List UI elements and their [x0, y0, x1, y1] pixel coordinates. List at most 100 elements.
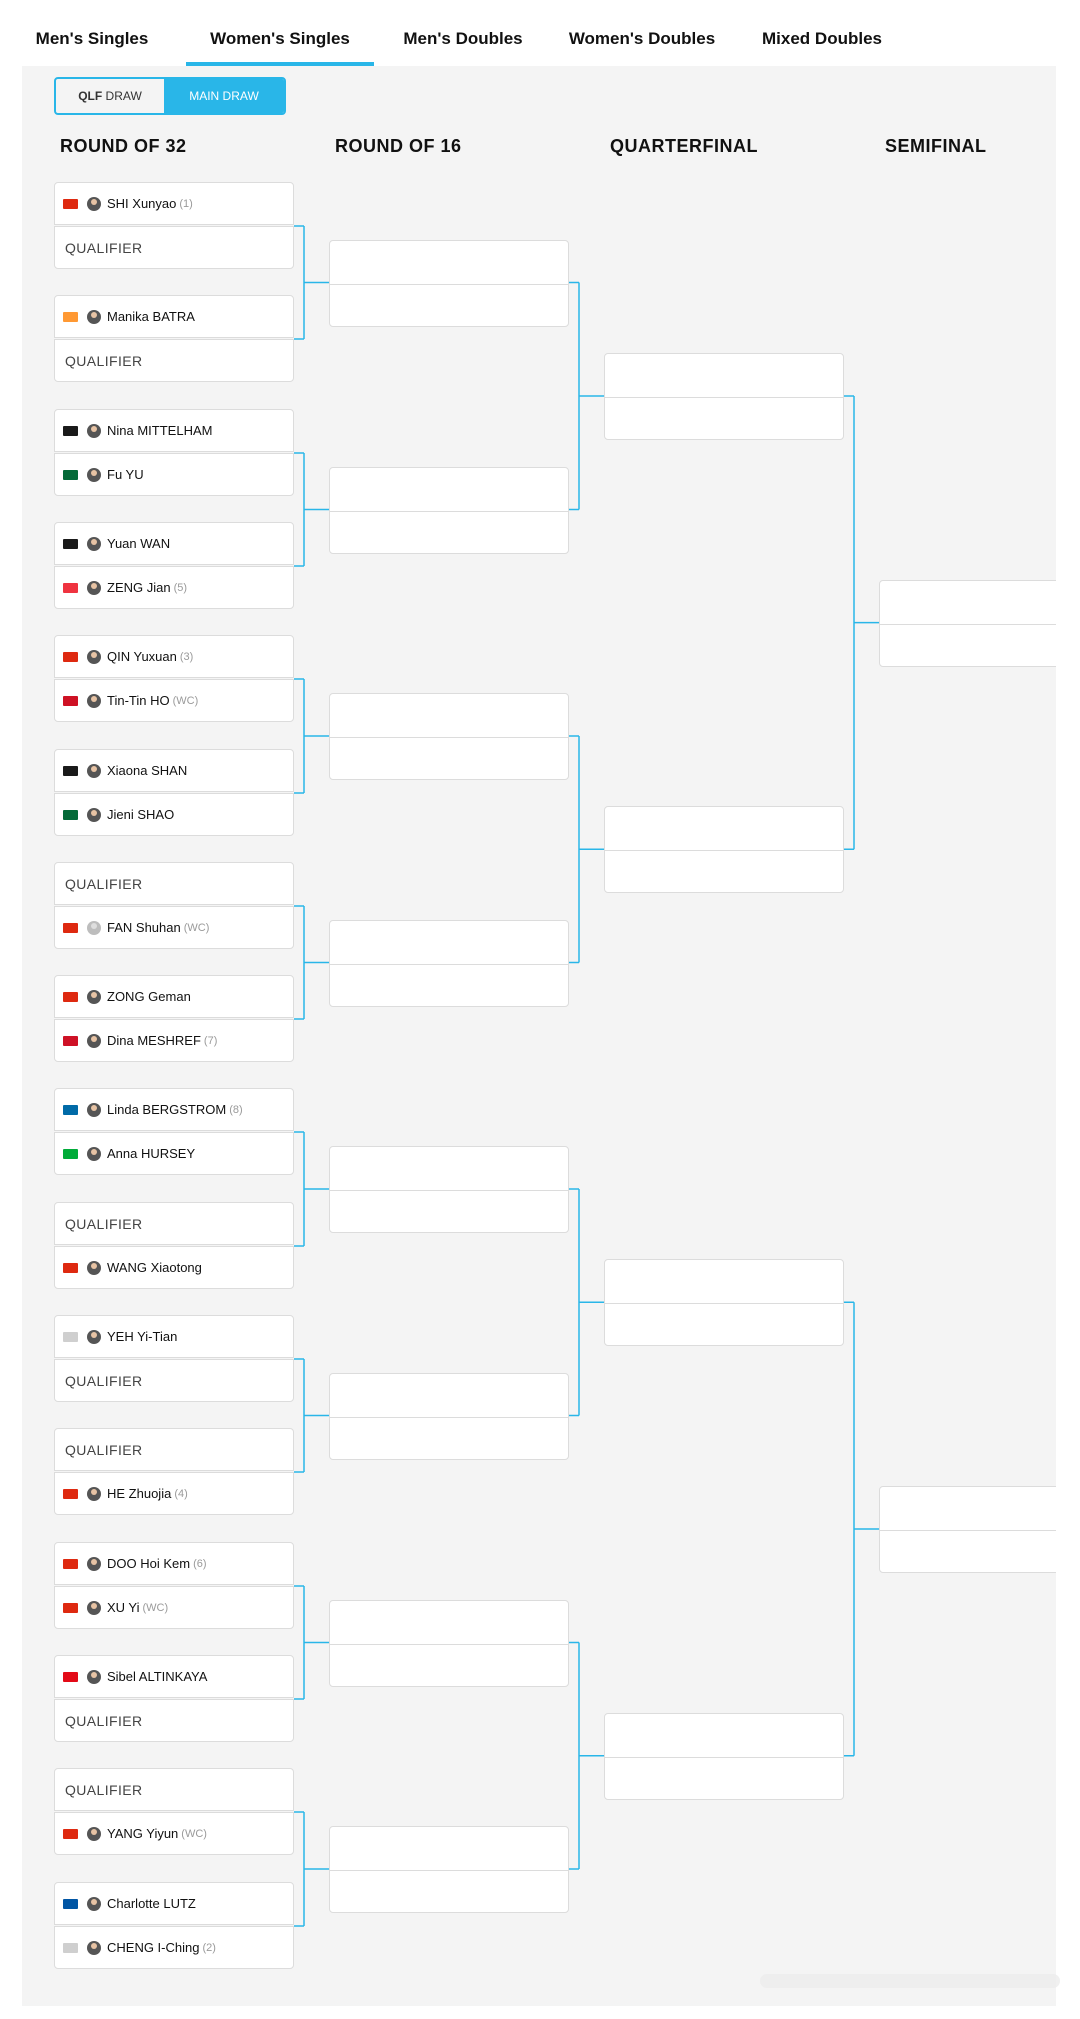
player-slot[interactable]: XU Yi (WC)	[54, 1586, 294, 1629]
r16-match-box	[329, 466, 569, 554]
player-slot[interactable]: Anna HURSEY	[54, 1132, 294, 1175]
player-slot[interactable]: ZONG Geman	[54, 975, 294, 1018]
player-slot[interactable]: HE Zhuojia (4)	[54, 1472, 294, 1515]
player-slot[interactable]: Nina MITTELHAM	[54, 409, 294, 452]
player-seed: (8)	[229, 1103, 243, 1116]
tab-womens-singles[interactable]: Women's Singles	[186, 0, 374, 66]
player-avatar-icon	[87, 196, 101, 211]
country-flag-icon	[63, 582, 78, 593]
player-slot[interactable]: CHENG I-Ching (2)	[54, 1926, 294, 1969]
qualifier-label: QUALIFIER	[65, 875, 143, 892]
draw-canvas: QLF DRAW MAIN DRAW ROUND OF 32 ROUND OF …	[22, 66, 1056, 2006]
country-flag-icon	[63, 469, 78, 480]
country-flag-icon	[63, 1331, 78, 1342]
country-flag-icon	[63, 695, 78, 706]
event-tabs: Men's Singles Women's Singles Men's Doub…	[22, 0, 1056, 67]
player-slot[interactable]: QUALIFIER	[54, 1359, 294, 1402]
player-avatar-icon	[87, 807, 101, 822]
player-slot[interactable]: FAN Shuhan (WC)	[54, 906, 294, 949]
match-divider	[880, 1530, 1056, 1531]
tab-mixed-doubles[interactable]: Mixed Doubles	[742, 0, 902, 64]
player-slot[interactable]: Jieni SHAO	[54, 793, 294, 836]
player-avatar-icon	[87, 693, 101, 708]
r16-match-box	[329, 1146, 569, 1233]
player-seed: (5)	[173, 581, 188, 594]
player-slot[interactable]: Dina MESHREF (7)	[54, 1019, 294, 1062]
tab-mens-singles[interactable]: Men's Singles	[22, 0, 162, 64]
player-slot[interactable]: YANG Yiyun (WC)	[54, 1812, 294, 1855]
player-seed: (4)	[174, 1487, 188, 1500]
player-avatar-icon	[87, 467, 101, 482]
player-slot[interactable]: Tin-Tin HO (WC)	[54, 679, 294, 722]
player-slot[interactable]: DOO Hoi Kem (6)	[54, 1542, 294, 1585]
match-divider	[330, 283, 568, 285]
player-name: Tin-Tin HO	[107, 693, 170, 708]
country-flag-icon	[63, 922, 78, 933]
country-flag-icon	[63, 1104, 78, 1115]
player-avatar-icon	[87, 1669, 101, 1684]
player-slot[interactable]: YEH Yi-Tian	[54, 1315, 294, 1358]
player-name: HE Zhuojia	[107, 1486, 172, 1501]
player-slot[interactable]: ZENG Jian (5)	[54, 566, 294, 609]
player-avatar-icon	[87, 1033, 101, 1048]
player-avatar-icon	[87, 1146, 101, 1161]
player-slot[interactable]: QUALIFIER	[54, 1768, 294, 1811]
sf-match-box	[879, 1486, 1056, 1573]
player-name: YEH Yi-Tian	[107, 1329, 178, 1344]
player-slot[interactable]: QUALIFIER	[54, 1699, 294, 1742]
qf-match-box	[604, 1712, 844, 1800]
qualifier-label: QUALIFIER	[65, 1441, 143, 1458]
player-name: Linda BERGSTROM	[107, 1102, 227, 1117]
player-name: Manika BATRA	[107, 309, 195, 324]
country-flag-icon	[63, 1035, 78, 1046]
player-name: Dina MESHREF	[107, 1033, 201, 1048]
player-avatar-icon	[87, 1940, 101, 1955]
player-slot[interactable]: Fu YU	[54, 453, 294, 496]
player-avatar-icon	[87, 1102, 101, 1117]
player-name: Jieni SHAO	[107, 807, 175, 822]
player-slot[interactable]: QUALIFIER	[54, 339, 294, 382]
player-avatar-icon	[87, 1556, 101, 1571]
player-name: CHENG I-Ching	[107, 1940, 200, 1955]
player-slot[interactable]: Sibel ALTINKAYA	[54, 1655, 294, 1698]
player-slot[interactable]: Manika BATRA	[54, 295, 294, 338]
r16-match-box	[329, 239, 569, 327]
player-avatar-icon	[87, 580, 101, 595]
player-avatar-icon	[87, 423, 101, 438]
player-name: FAN Shuhan	[107, 920, 181, 935]
country-flag-icon	[63, 651, 78, 662]
country-flag-icon	[63, 1828, 78, 1839]
match-divider	[330, 1190, 568, 1191]
tab-womens-doubles[interactable]: Women's Doubles	[558, 0, 726, 64]
player-slot[interactable]: QUALIFIER	[54, 1202, 294, 1245]
player-slot[interactable]: QIN Yuxuan (3)	[54, 635, 294, 678]
player-slot[interactable]: SHI Xunyao (1)	[54, 182, 294, 225]
player-name: Fu YU	[107, 467, 144, 482]
country-flag-icon	[63, 198, 78, 209]
player-slot[interactable]: Yuan WAN	[54, 522, 294, 565]
qualifier-label: QUALIFIER	[65, 1712, 143, 1729]
player-name: Sibel ALTINKAYA	[107, 1669, 208, 1684]
match-divider	[605, 1303, 843, 1305]
country-flag-icon	[63, 538, 78, 549]
player-name: ZONG Geman	[107, 989, 191, 1004]
qf-match-box	[604, 1259, 844, 1347]
tab-mens-doubles[interactable]: Men's Doubles	[388, 0, 538, 64]
match-divider	[330, 1416, 568, 1418]
player-slot[interactable]: Charlotte LUTZ	[54, 1882, 294, 1925]
player-slot[interactable]: QUALIFIER	[54, 226, 294, 269]
player-name: DOO Hoi Kem	[107, 1556, 191, 1571]
player-seed: (7)	[203, 1034, 218, 1047]
player-slot[interactable]: Linda BERGSTROM (8)	[54, 1088, 294, 1131]
player-avatar-icon	[87, 1260, 101, 1275]
player-slot[interactable]: WANG Xiaotong	[54, 1246, 294, 1289]
match-divider	[330, 963, 568, 965]
country-flag-icon	[63, 809, 78, 820]
player-slot[interactable]: QUALIFIER	[54, 1428, 294, 1471]
player-slot[interactable]: Xiaona SHAN	[54, 749, 294, 792]
player-name: XU Yi	[107, 1600, 140, 1615]
player-seed: (WC)	[172, 694, 199, 707]
player-name: QIN Yuxuan	[107, 649, 177, 664]
player-slot[interactable]: QUALIFIER	[54, 862, 294, 905]
player-avatar-icon	[87, 1600, 101, 1615]
